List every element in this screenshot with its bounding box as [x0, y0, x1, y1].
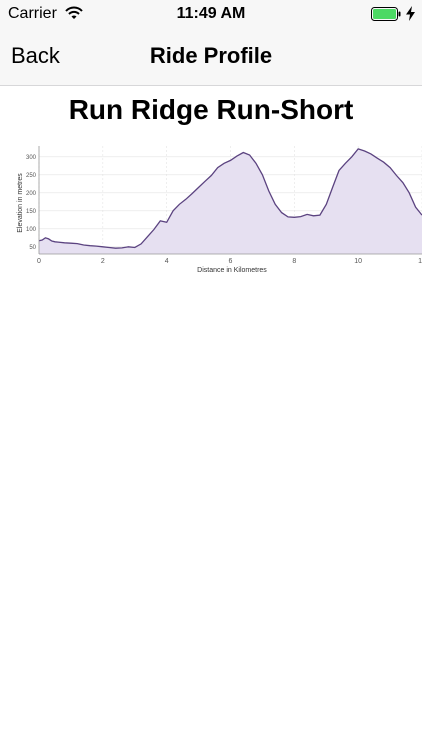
x-tick-label-0: 0 [37, 258, 41, 265]
charging-icon [406, 6, 415, 21]
y-tick-label-1: 100 [26, 227, 37, 233]
y-tick-label-5: 300 [26, 155, 37, 161]
y-tick-label-0: 50 [29, 245, 36, 251]
battery-icon [371, 7, 401, 21]
elevation-profile-chart: 50 100 150 200 250 300 0 2 4 6 8 10 12 Elevation in… [17, 146, 422, 274]
y-tick-label-4: 250 [26, 173, 37, 179]
status-bar: Carrier 11:49 AM [0, 0, 422, 28]
x-tick-label-3: 6 [229, 258, 233, 265]
x-axis-label: Distance in Kilometres [197, 267, 267, 274]
x-axis-ticks: 0 2 4 6 8 10 12 [37, 258, 422, 265]
x-tick-label-4: 8 [292, 258, 296, 265]
x-tick-label-6: 12 [418, 258, 422, 265]
status-time: 11:49 AM [176, 5, 246, 22]
route-title: Run Ridge Run-Short [68, 94, 354, 125]
elevation-area [39, 148, 422, 254]
y-axis-ticks: 50 100 150 200 250 300 [26, 155, 37, 251]
y-tick-label-3: 200 [26, 191, 37, 197]
y-axis-label: Elevation in metres [17, 173, 24, 233]
y-tick-label-2: 150 [26, 209, 37, 215]
nav-title: Ride Profile [149, 43, 273, 68]
x-tick-label-1: 2 [101, 258, 105, 265]
navigation-bar: Back Ride Profile [0, 28, 422, 86]
x-tick-label-5: 10 [354, 258, 362, 265]
x-tick-label-2: 4 [165, 258, 169, 265]
back-button[interactable]: Back [11, 43, 60, 69]
